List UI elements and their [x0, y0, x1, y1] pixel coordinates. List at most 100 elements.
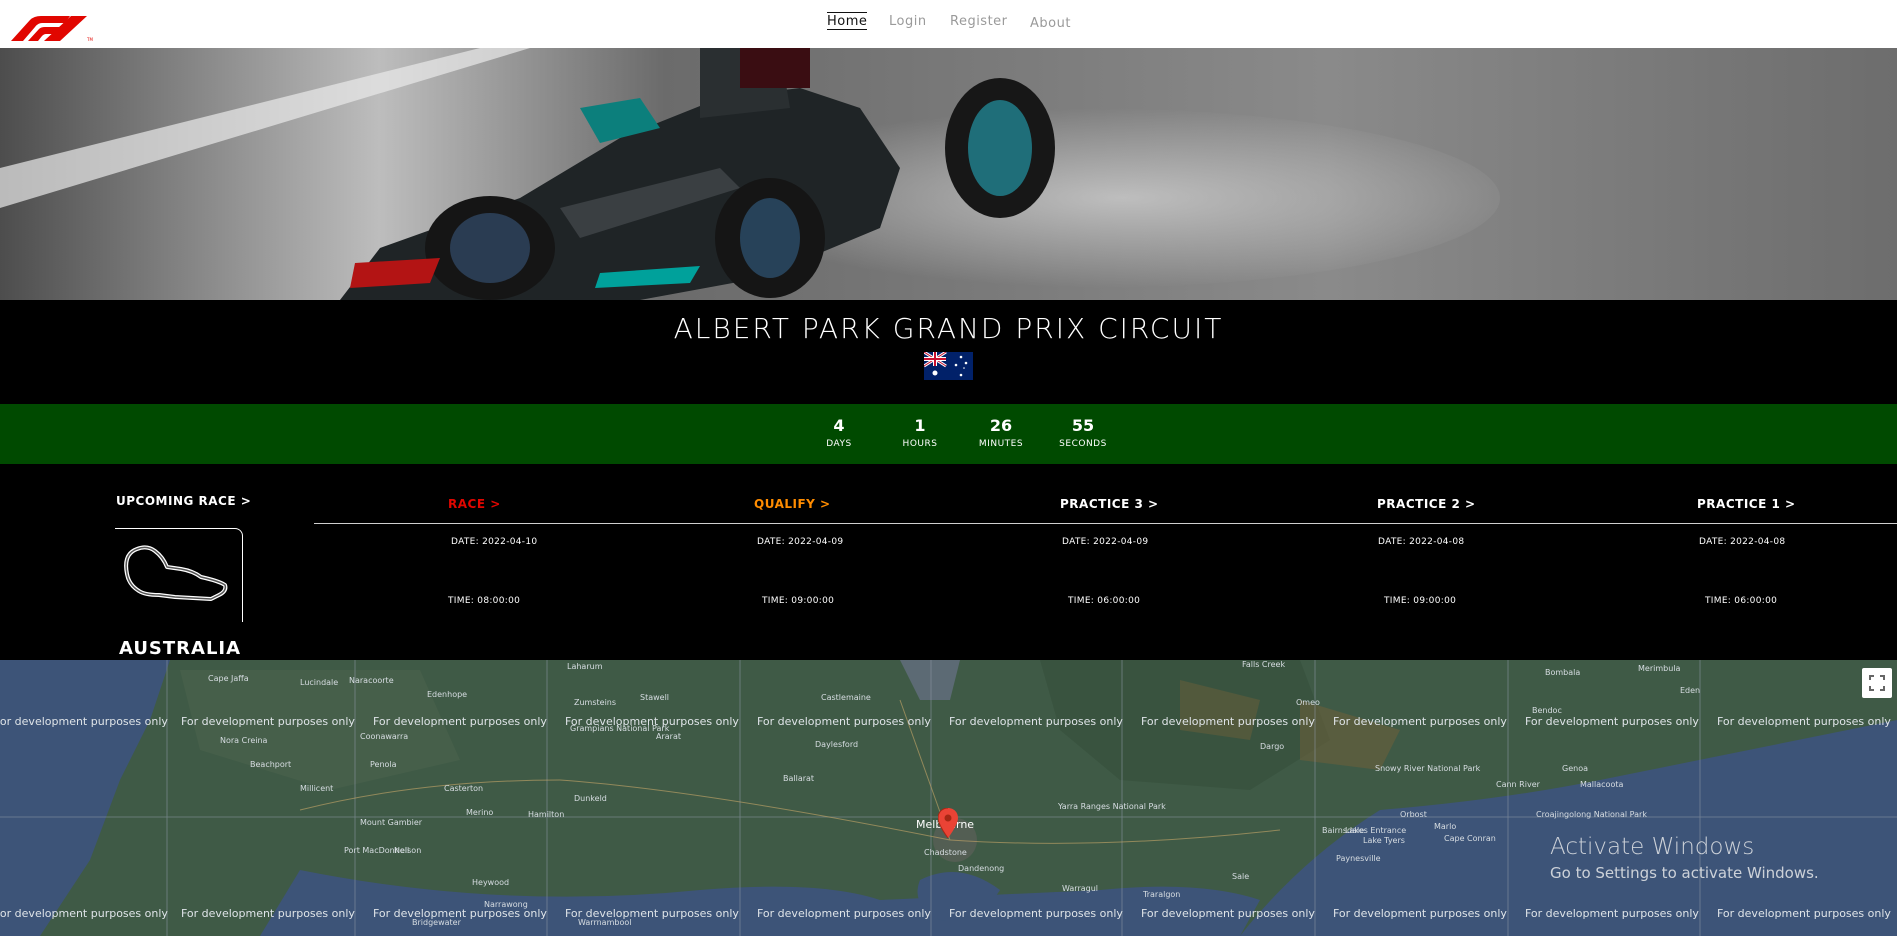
- dev-watermark: For development purposes only: [181, 907, 355, 920]
- map-place-label: Bombala: [1545, 668, 1581, 677]
- nav-register-link[interactable]: Register: [950, 14, 1008, 29]
- map-place-label: Paynesville: [1336, 854, 1381, 863]
- albert-park-track-icon: [124, 545, 228, 601]
- session-practice-1-time: TIME: 06:00:00: [1705, 596, 1778, 606]
- map-place-label: Cape Conran: [1444, 834, 1496, 843]
- session-practice-1-date: DATE: 2022-04-08: [1699, 537, 1786, 547]
- map-place-label: Yarra Ranges National Park: [1058, 802, 1166, 811]
- map-place-label: Casterton: [444, 784, 484, 793]
- map-place-label: Merimbula: [1638, 664, 1681, 673]
- dev-watermark: For development purposes only: [1717, 907, 1891, 920]
- countdown-seconds: 55 SECONDS: [1048, 416, 1118, 449]
- countdown-minutes-value: 26: [989, 416, 1013, 435]
- dev-watermark: For development purposes only: [181, 715, 355, 728]
- map-place-label: Falls Creek: [1242, 660, 1286, 669]
- main-nav: Home Login Register About: [0, 12, 1897, 38]
- map-place-label: Genoa: [1562, 764, 1588, 773]
- map-place-label: Mallacoota: [1580, 780, 1624, 789]
- dev-watermark: For development purposes only: [1333, 907, 1507, 920]
- dev-watermark: For development purposes only: [1333, 715, 1507, 728]
- track-map-card[interactable]: [115, 528, 243, 622]
- map-place-label: Laharum: [567, 662, 603, 671]
- countdown-minutes-label: MINUTES: [978, 439, 1024, 449]
- map-place-label: Warragul: [1062, 884, 1099, 893]
- map-fullscreen-button[interactable]: [1862, 668, 1892, 698]
- session-qualify-time: TIME: 09:00:00: [762, 596, 835, 606]
- countdown-hours: 1 HOURS: [885, 416, 955, 449]
- map-place-label: Dargo: [1260, 742, 1285, 751]
- session-practice-1-title[interactable]: PRACTICE 1 >: [1697, 497, 1796, 511]
- nav-about-link[interactable]: About: [1030, 16, 1071, 31]
- dev-watermark: For development purposes only: [565, 715, 739, 728]
- dev-watermark: For development purposes only: [949, 907, 1123, 920]
- map-place-label: Omeo: [1296, 698, 1320, 707]
- dev-watermark: For development purposes only: [565, 907, 739, 920]
- map-place-label: Coonawarra: [360, 732, 409, 741]
- fullscreen-icon: [1869, 675, 1885, 691]
- dev-watermark: For development purposes only: [0, 907, 168, 920]
- dev-watermark: For development purposes only: [757, 715, 931, 728]
- dev-watermark: For development purposes only: [1525, 907, 1699, 920]
- map-place-label: Nora Creina: [220, 736, 268, 745]
- circuit-country: AUSTRALIA: [118, 638, 242, 659]
- countdown-seconds-label: SECONDS: [1059, 439, 1107, 449]
- nav-login-link[interactable]: Login: [889, 14, 927, 29]
- session-practice-3-title[interactable]: PRACTICE 3 >: [1060, 497, 1159, 511]
- map-place-label: Merino: [466, 808, 494, 817]
- map-place-label: Croajingolong National Park: [1536, 810, 1647, 819]
- session-qualify-title[interactable]: QUALIFY >: [754, 497, 831, 511]
- windows-activation-watermark: Activate Windows Go to Settings to activ…: [1550, 834, 1819, 882]
- map-place-label: Penola: [370, 760, 397, 769]
- map-place-label: Snowy River National Park: [1375, 764, 1481, 773]
- activate-windows-title: Activate Windows: [1550, 834, 1755, 860]
- countdown-seconds-value: 55: [1071, 416, 1095, 435]
- session-race-time: TIME: 08:00:00: [448, 596, 521, 606]
- map-place-label: Eden: [1680, 686, 1701, 695]
- map-place-label: Daylesford: [815, 740, 859, 749]
- map-place-label: Traralgon: [1143, 890, 1181, 899]
- map-place-label: Heywood: [472, 878, 510, 887]
- circuit-map[interactable]: Laharum Stawell Castlemaine Falls Creek …: [0, 660, 1897, 936]
- session-practice-3-time: TIME: 06:00:00: [1068, 596, 1141, 606]
- countdown-hours-value: 1: [914, 416, 926, 435]
- countdown-days-label: DAYS: [826, 439, 852, 449]
- map-marker-icon[interactable]: [938, 808, 958, 838]
- dev-watermark: For development purposes only: [373, 907, 547, 920]
- map-place-label: Castlemaine: [821, 693, 871, 702]
- map-place-label: Chadstone: [924, 848, 967, 857]
- activate-windows-subtitle: Go to Settings to activate Windows.: [1550, 864, 1819, 882]
- upcoming-race-link[interactable]: UPCOMING RACE >: [116, 494, 251, 508]
- countdown-days: 4 DAYS: [804, 416, 874, 449]
- circuit-title: ALBERT PARK GRAND PRIX CIRCUIT: [673, 312, 1224, 345]
- map-place-label: Hamilton: [528, 810, 565, 819]
- map-place-label: Marlo: [1434, 822, 1457, 831]
- dev-watermark: For development purposes only: [1717, 715, 1891, 728]
- session-race-title[interactable]: RACE >: [448, 497, 501, 511]
- dev-watermark: For development purposes only: [1141, 907, 1315, 920]
- map-place-label: Cann River: [1496, 780, 1540, 789]
- map-place-label: Bendoc: [1532, 706, 1562, 715]
- australia-flag-icon: [924, 352, 973, 380]
- map-place-label: Lakes Entrance: [1345, 826, 1407, 835]
- nav-home-link[interactable]: Home: [827, 12, 868, 30]
- session-practice-2-title[interactable]: PRACTICE 2 >: [1377, 497, 1476, 511]
- dev-watermark: For development purposes only: [1525, 715, 1699, 728]
- dev-watermark: For development purposes only: [757, 907, 931, 920]
- map-place-label: Zumsteins: [574, 698, 617, 707]
- map-place-label: Orbost: [1400, 810, 1427, 819]
- map-place-label: Lucindale: [300, 678, 339, 687]
- map-place-label: Lake Tyers: [1363, 836, 1405, 845]
- race-countdown: 4 DAYS 1 HOURS 26 MINUTES 55 SECONDS: [0, 404, 1897, 464]
- map-place-label: Millicent: [300, 784, 334, 793]
- map-place-label: Ballarat: [783, 774, 815, 783]
- map-place-label: Cape Jaffa: [208, 674, 249, 683]
- top-navbar: TM Home Login Register About: [0, 0, 1897, 48]
- race-schedule: UPCOMING RACE > AUSTRALIA RACE > DATE: 2…: [0, 464, 1897, 660]
- map-place-label: Dunkeld: [574, 794, 607, 803]
- circuit-header: ALBERT PARK GRAND PRIX CIRCUIT: [0, 300, 1897, 404]
- map-place-label: Sale: [1232, 872, 1250, 881]
- map-place-label: Edenhope: [427, 690, 468, 699]
- session-race-date: DATE: 2022-04-10: [451, 537, 538, 547]
- countdown-days-value: 4: [833, 416, 845, 435]
- countdown-hours-label: HOURS: [902, 439, 938, 449]
